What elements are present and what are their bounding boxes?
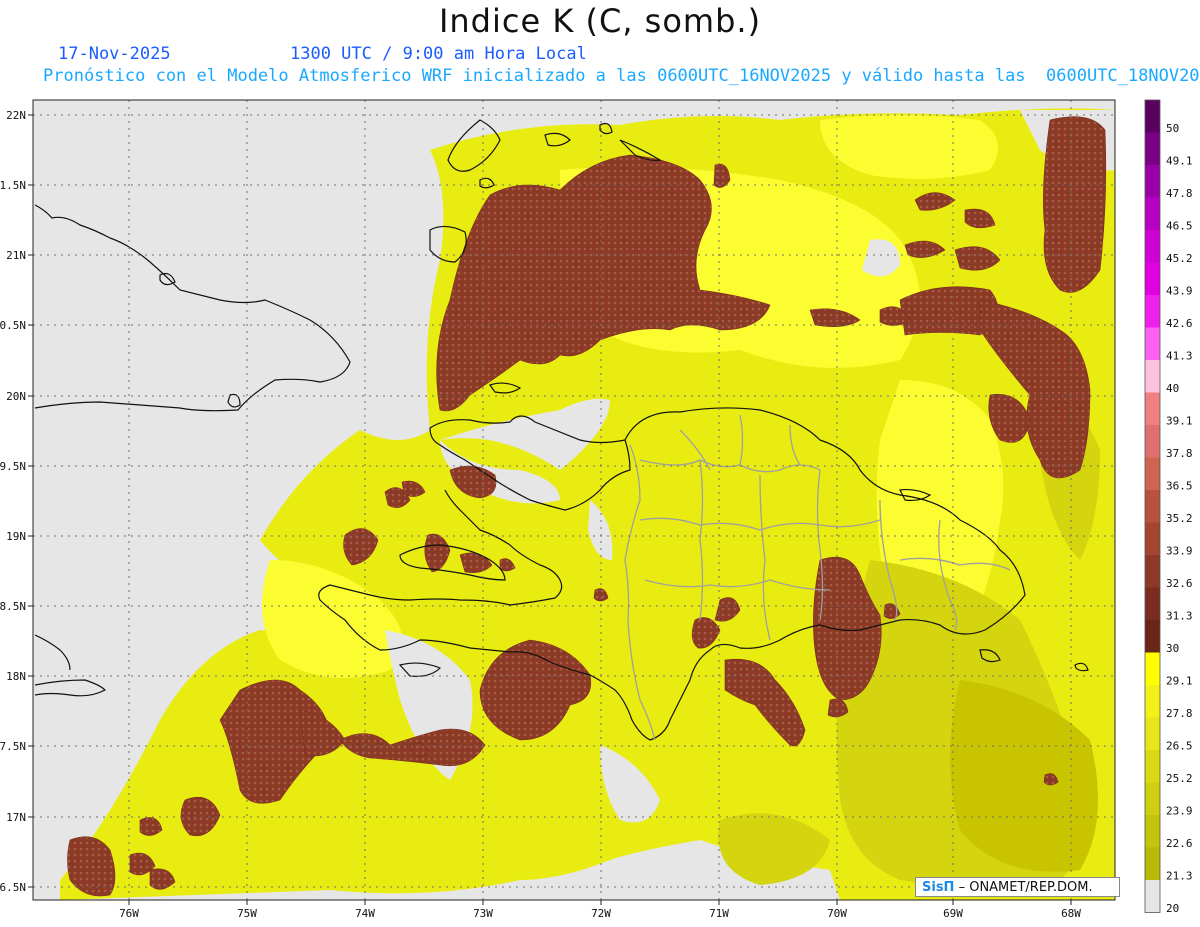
- colorbar-swatch: [1145, 262, 1160, 295]
- sispi-logo: SisΠ: [922, 880, 955, 895]
- colorbar-label: 40: [1166, 382, 1179, 395]
- colorbar-label: 47.8: [1166, 187, 1193, 200]
- colorbar-swatch: [1145, 295, 1160, 328]
- colorbar-label: 35.2: [1166, 512, 1193, 525]
- colorbar-swatch: [1145, 782, 1160, 815]
- colorbar-swatch: [1145, 522, 1160, 555]
- lat-label: 17N: [6, 811, 26, 824]
- colorbar-label: 46.5: [1166, 220, 1193, 233]
- longitude-labels: 76W 75W 74W 73W 72W 71W 70W 69W 68W: [119, 907, 1081, 920]
- colorbar-swatch: [1145, 327, 1160, 360]
- lat-label: 21N: [6, 249, 26, 262]
- lon-label: 76W: [119, 907, 139, 920]
- colorbar-label: 50: [1166, 122, 1179, 135]
- latitude-labels: 22N 1.5N 21N 0.5N 20N 9.5N 19N 8.5N 18N …: [0, 109, 26, 894]
- k-index-map: 22N 1.5N 21N 0.5N 20N 9.5N 19N 8.5N 18N …: [0, 99, 1193, 920]
- colorbar-swatch: [1145, 587, 1160, 620]
- colorbar-swatch: [1145, 490, 1160, 523]
- colorbar-label: 37.8: [1166, 447, 1193, 460]
- lon-label: 69W: [943, 907, 963, 920]
- colorbar-swatch: [1145, 750, 1160, 783]
- lon-label: 70W: [827, 907, 847, 920]
- lat-label: 18N: [6, 670, 26, 683]
- colorbar-swatch: [1145, 100, 1160, 133]
- colorbar-label: 23.9: [1166, 805, 1193, 818]
- colorbar-label: 32.6: [1166, 577, 1193, 590]
- credit-text: – ONAMET/REP.DOM.: [958, 880, 1093, 895]
- lat-label: 8.5N: [0, 600, 26, 613]
- colorbar-swatch: [1145, 880, 1160, 913]
- colorbar-label: 20: [1166, 902, 1179, 915]
- lon-label: 73W: [473, 907, 493, 920]
- colorbar-swatch: [1145, 685, 1160, 718]
- colorbar-swatch: [1145, 652, 1160, 685]
- colorbar-label: 39.1: [1166, 415, 1193, 428]
- colorbar-label: 25.2: [1166, 772, 1193, 785]
- colorbar-swatch: [1145, 717, 1160, 750]
- colorbar-label: 45.2: [1166, 252, 1193, 265]
- lat-label: 9.5N: [0, 460, 26, 473]
- colorbar-swatch: [1145, 165, 1160, 198]
- lat-label: 0.5N: [0, 319, 26, 332]
- lat-label: 6.5N: [0, 881, 26, 894]
- lat-label: 7.5N: [0, 740, 26, 753]
- colorbar-label: 41.3: [1166, 350, 1193, 363]
- colorbar-label: 43.9: [1166, 285, 1193, 298]
- colorbar-swatch: [1145, 815, 1160, 848]
- lon-label: 68W: [1061, 907, 1081, 920]
- lon-label: 71W: [709, 907, 729, 920]
- lat-label: 1.5N: [0, 179, 26, 192]
- colorbar-label: 21.3: [1166, 870, 1193, 883]
- lat-label: 19N: [6, 530, 26, 543]
- colorbar-swatch: [1145, 392, 1160, 425]
- colorbar-swatch: [1145, 132, 1160, 165]
- credit-box: SisΠ – ONAMET/REP.DOM.: [915, 877, 1120, 897]
- colorbar-swatch: [1145, 457, 1160, 490]
- lon-label: 75W: [237, 907, 257, 920]
- colorbar-swatch: [1145, 230, 1160, 263]
- colorbar-label: 27.8: [1166, 707, 1193, 720]
- colorbar-label: 26.5: [1166, 740, 1193, 753]
- colorbar-swatch: [1145, 360, 1160, 393]
- lon-label: 72W: [591, 907, 611, 920]
- lat-label: 22N: [6, 109, 26, 122]
- colorbar-label: 30: [1166, 642, 1179, 655]
- colorbar-label: 49.1: [1166, 155, 1193, 168]
- colorbar-label: 42.6: [1166, 317, 1193, 330]
- colorbar-swatch: [1145, 197, 1160, 230]
- colorbar-label: 22.6: [1166, 837, 1193, 850]
- lat-label: 20N: [6, 390, 26, 403]
- colorbar-label: 36.5: [1166, 480, 1193, 493]
- colorbar-swatch: [1145, 620, 1160, 653]
- colorbar-swatch: [1145, 425, 1160, 458]
- colorbar-label: 31.3: [1166, 610, 1193, 623]
- colorbar-swatch: [1145, 555, 1160, 588]
- colorbar-label: 33.9: [1166, 545, 1193, 558]
- lon-label: 74W: [355, 907, 375, 920]
- colorbar-swatch: [1145, 847, 1160, 880]
- colorbar: 50 49.1 47.8 46.5 45.2 43.9 42.6 41.3 40 39.1 37.8…: [1144, 99, 1193, 915]
- colorbar-label: 29.1: [1166, 675, 1193, 688]
